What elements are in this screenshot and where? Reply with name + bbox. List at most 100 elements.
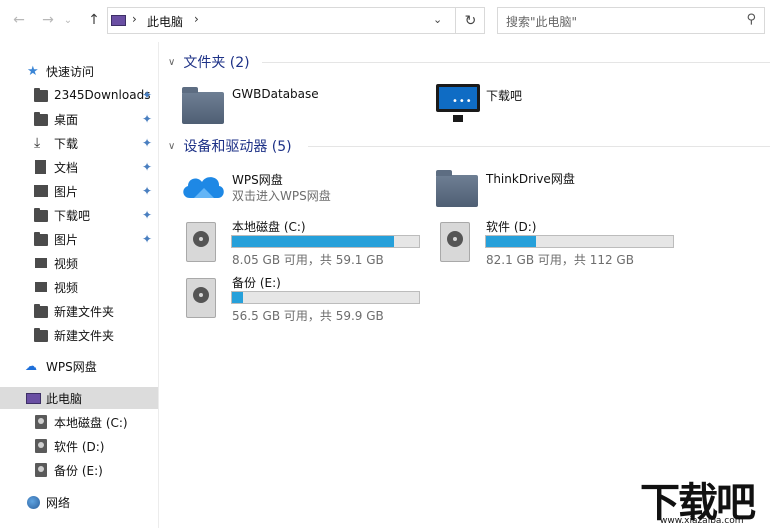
sidebar-item-videos-2[interactable]: 视频 (0, 276, 158, 298)
refresh-icon: ↻ (464, 12, 477, 29)
sidebar-item-documents[interactable]: 文档 ✦ (0, 156, 158, 178)
hard-drive-icon (186, 222, 216, 262)
breadcrumb-separator-end[interactable]: › (194, 12, 199, 26)
folder-tile-gwbdatabase[interactable]: GWBDatabase (180, 86, 420, 126)
sidebar-item-videos[interactable]: 视频 (0, 252, 158, 274)
sidebar-item-wps-cloud[interactable]: ☁ WPS网盘 (0, 355, 158, 377)
hard-drive-icon (186, 278, 216, 318)
refresh-button[interactable]: ↻ (455, 7, 485, 34)
pin-icon: ✦ (142, 160, 153, 174)
folder-icon (436, 170, 478, 207)
search-icon[interactable]: ⚲ (746, 12, 756, 27)
drive-tile-c[interactable]: 本地磁盘 (C:) 8.05 GB 可用，共 59.1 GB (186, 218, 426, 267)
folder-icon (34, 112, 48, 126)
recent-locations-button[interactable]: ⌄ (62, 10, 74, 30)
breadcrumb-this-pc[interactable]: 此电脑 (147, 13, 183, 30)
hard-drive-icon (35, 415, 47, 429)
this-pc-icon (26, 393, 41, 404)
sidebar-item-pictures[interactable]: 图片 ✦ (0, 180, 158, 202)
drive-name: 本地磁盘 (C:) (232, 220, 306, 234)
sidebar-item-label: 视频 (54, 280, 79, 295)
sidebar-item-label: 新建文件夹 (54, 304, 115, 319)
sidebar-item-label: WPS网盘 (46, 359, 97, 374)
search-placeholder[interactable]: 搜索"此电脑" (506, 13, 577, 30)
up-button[interactable]: ↑ (84, 10, 104, 30)
address-bar[interactable]: › 此电脑 › ⌄ (107, 7, 485, 34)
drive-tile-d[interactable]: 软件 (D:) 82.1 GB 可用，共 112 GB (440, 218, 680, 267)
cloud-icon: ☁ (25, 359, 37, 373)
drive-free-space: 56.5 GB 可用，共 59.9 GB (232, 309, 384, 323)
breadcrumb-separator[interactable]: › (132, 12, 137, 26)
cloud-icon (183, 177, 224, 198)
hard-drive-icon (35, 463, 47, 477)
drive-usage-bar (231, 235, 420, 248)
video-icon (35, 258, 47, 268)
drive-name: 备份 (E:) (232, 276, 281, 290)
sidebar-item-quick-access[interactable]: ★ 快速访问 (0, 60, 158, 82)
hard-drive-icon (35, 439, 47, 453)
sidebar-item-label: 文档 (54, 160, 79, 175)
content-pane: ∨ 文件夹 (2) GWBDatabase ••• 下载吧 ∨ 设备和驱动器 (… (160, 42, 777, 528)
pin-icon: ✦ (142, 88, 153, 102)
folder-icon (182, 87, 224, 124)
pin-icon: ✦ (142, 112, 153, 126)
device-name: ThinkDrive网盘 (486, 172, 575, 186)
chevron-down-icon[interactable]: ∨ (168, 141, 175, 152)
folder-icon (34, 88, 48, 102)
sidebar-item-drive-e[interactable]: 备份 (E:) (0, 459, 158, 481)
folder-icon (34, 208, 48, 222)
device-tile-thinkdrive[interactable]: ThinkDrive网盘 (434, 170, 674, 207)
sidebar-item-new-folder-2[interactable]: 新建文件夹 (0, 324, 158, 346)
sidebar-item-xiazaiba[interactable]: 下载吧 ✦ (0, 204, 158, 226)
folder-icon (34, 232, 48, 246)
forward-button[interactable]: → (38, 10, 58, 30)
device-tile-wps-cloud[interactable]: WPS网盘 双击进入WPS网盘 (180, 170, 420, 206)
watermark-logo: 下载吧 www.xiazaiba.com (638, 470, 777, 528)
sidebar-item-network[interactable]: 网络 (0, 491, 158, 513)
document-icon (35, 160, 46, 174)
sidebar-item-label: 下载 (54, 136, 79, 151)
network-icon (27, 496, 40, 509)
sidebar-item-label: 本地磁盘 (C:) (54, 415, 128, 430)
sidebar-item-new-folder[interactable]: 新建文件夹 (0, 300, 158, 322)
video-icon (35, 282, 47, 292)
folder-name: GWBDatabase (232, 87, 319, 101)
sidebar-item-label: 新建文件夹 (54, 328, 115, 343)
sidebar-item-label: 桌面 (54, 112, 79, 127)
arrow-up-icon: ↑ (88, 12, 100, 28)
sidebar-item-pictures-2[interactable]: 图片 ✦ (0, 228, 158, 250)
hard-drive-icon (440, 222, 470, 262)
sidebar-item-drive-d[interactable]: 软件 (D:) (0, 435, 158, 457)
sidebar-item-desktop[interactable]: 桌面 ✦ (0, 108, 158, 130)
sidebar-item-drive-c[interactable]: 本地磁盘 (C:) (0, 411, 158, 433)
back-button[interactable]: ← (9, 10, 29, 30)
sidebar-item-label: 图片 (54, 184, 79, 199)
folder-tile-xiazaiba[interactable]: ••• 下载吧 (434, 82, 674, 126)
sidebar-item-2345downloads[interactable]: 2345Downloads ✦ (0, 84, 158, 106)
drive-free-space: 82.1 GB 可用，共 112 GB (486, 253, 634, 267)
path-dropdown-icon[interactable]: ⌄ (433, 13, 442, 26)
folder-name: 下载吧 (486, 89, 523, 103)
search-box[interactable]: 搜索"此电脑" ⚲ (497, 7, 765, 34)
chevron-down-icon[interactable]: ∨ (168, 57, 175, 68)
pin-icon: ✦ (142, 136, 153, 150)
pin-icon: ✦ (142, 232, 153, 246)
group-header-folders[interactable]: ∨ 文件夹 (2) (168, 52, 250, 72)
sidebar-item-downloads[interactable]: ⤓ 下载 ✦ (0, 132, 158, 154)
star-icon: ★ (27, 63, 39, 79)
navigation-pane: ★ 快速访问 2345Downloads ✦ 桌面 ✦ ⤓ 下载 ✦ 文档 ✦ … (0, 42, 159, 528)
monitor-icon: ••• (436, 84, 480, 122)
drive-usage-bar (231, 291, 420, 304)
drive-tile-e[interactable]: 备份 (E:) 56.5 GB 可用，共 59.9 GB (186, 274, 426, 323)
group-header-label: 设备和驱动器 (5) (183, 139, 292, 155)
drive-name: 软件 (D:) (486, 220, 537, 234)
sidebar-item-label: 备份 (E:) (54, 463, 103, 478)
sidebar-item-label: 软件 (D:) (54, 439, 105, 454)
group-header-devices[interactable]: ∨ 设备和驱动器 (5) (168, 136, 292, 156)
download-icon: ⤓ (34, 135, 41, 151)
arrow-right-icon: → (42, 12, 54, 28)
sidebar-item-this-pc[interactable]: 此电脑 (0, 387, 158, 409)
sidebar-item-label: 下载吧 (54, 208, 91, 223)
address-toolbar: ← → ⌄ ↑ › 此电脑 › ⌄ ↻ 搜索"此电脑" ⚲ (0, 0, 777, 42)
arrow-left-icon: ← (13, 12, 25, 28)
